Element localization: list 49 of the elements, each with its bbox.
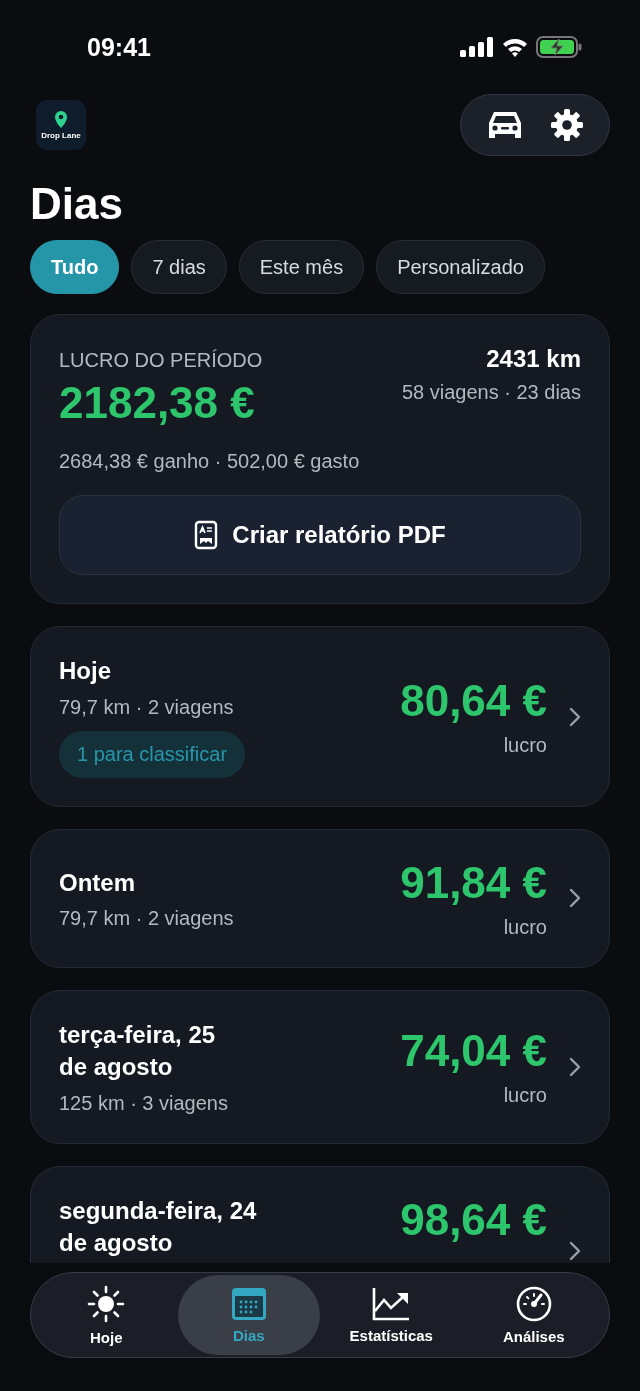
profit-label: lucro <box>503 915 547 939</box>
chevron-right-icon <box>569 1056 581 1077</box>
gauge-icon <box>515 1285 552 1322</box>
total-distance: 2431 km <box>486 345 581 374</box>
settings-icon <box>549 107 585 143</box>
battery-charging-icon <box>536 36 582 58</box>
day-stats: 79,7 km · 2 viagens <box>59 906 235 930</box>
wifi-icon <box>502 37 528 57</box>
day-title: Hoje <box>59 656 112 687</box>
filter-chip[interactable]: 7 dias <box>131 240 227 295</box>
page-title: Dias <box>30 180 124 229</box>
day-profit: 98,64 € <box>400 1194 547 1245</box>
day-card[interactable]: Ontem 79,7 km · 2 viagens 91,84 € lucro <box>30 828 610 968</box>
filter-chip[interactable]: Tudo <box>30 240 120 295</box>
day-title: terça-feira, 25 de agosto <box>59 1019 217 1083</box>
day-stats: 125 km · 3 viagens <box>59 1091 229 1115</box>
chevron-right-icon <box>569 706 581 727</box>
day-profit: 91,84 € <box>400 857 547 908</box>
filter-chip[interactable]: Este mês <box>238 240 365 295</box>
signal-icon <box>460 37 494 57</box>
app-logo: Drop Lane <box>36 100 86 150</box>
filter-chip[interactable]: Personalizado <box>376 240 545 295</box>
profit-label: lucro <box>503 734 547 758</box>
day-profit: 74,04 € <box>400 1026 547 1077</box>
day-stats: 79,7 km · 2 viagens <box>59 695 235 719</box>
unclassified-badge: 1 para classificar <box>59 730 246 778</box>
earnings-breakdown: 2684,38 € ganho · 502,00 € gasto <box>59 450 361 474</box>
tab-statistics[interactable]: Estatísticas <box>320 1275 463 1355</box>
chevron-right-icon <box>569 1240 581 1261</box>
profit-label: lucro <box>503 1084 547 1108</box>
day-card[interactable]: Hoje 79,7 km · 2 viagens 1 para classificar 80,64 € lucro <box>30 626 610 807</box>
day-title: Ontem <box>59 867 136 898</box>
line-chart-icon <box>372 1286 411 1321</box>
tab-days[interactable]: Dias <box>177 1275 320 1355</box>
day-title: segunda-feira, 24 de agosto <box>59 1195 258 1258</box>
trip-day-counts: 58 viagens · 23 dias <box>402 381 581 405</box>
tab-analysis[interactable]: Análises <box>462 1275 605 1355</box>
calendar-icon <box>230 1286 267 1321</box>
pdf-report-button[interactable]: Criar relatório PDF <box>59 495 581 576</box>
sun-icon <box>87 1284 126 1323</box>
report-icon <box>194 520 219 551</box>
status-time: 09:41 <box>87 32 151 62</box>
day-card[interactable]: terça-feira, 25 de agosto 125 km · 3 viagens 74,04 € lucro <box>30 989 610 1144</box>
chevron-right-icon <box>569 888 581 909</box>
period-profit: 2182,38 € <box>59 378 256 429</box>
day-profit: 80,64 € <box>400 676 547 727</box>
tab-today[interactable]: Hoje <box>35 1275 178 1355</box>
day-card[interactable]: segunda-feira, 24 de agosto 98,64 € <box>30 1165 610 1263</box>
period-label: LUCRO DO PERÍODO <box>59 349 263 373</box>
